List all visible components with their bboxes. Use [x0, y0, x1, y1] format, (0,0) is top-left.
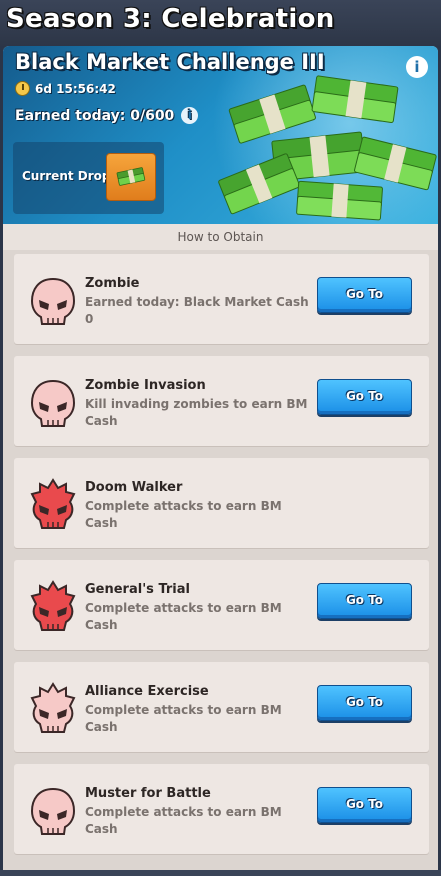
task-row-zombie: Zombie Earned today: Black Market Cash 0…: [14, 254, 429, 344]
season-title: Season 3: Celebration: [6, 4, 335, 34]
task-title: Alliance Exercise: [85, 684, 209, 699]
countdown-timer: 6d 15:56:42: [15, 81, 116, 96]
go-to-button[interactable]: Go To: [317, 379, 412, 415]
challenge-panel: Black Market Challenge III i 6d 15:56:42…: [3, 46, 438, 876]
panel-bottom-edge: [0, 870, 441, 876]
pink-skull-icon: [30, 277, 76, 325]
go-to-button[interactable]: Go To: [317, 277, 412, 313]
task-title: Doom Walker: [85, 480, 183, 495]
red-spiked-skull-icon: [30, 478, 76, 529]
pink-skull-icon: [30, 787, 76, 835]
earned-today: Earned today: 0/600 i: [15, 107, 199, 124]
earned-info-icon[interactable]: i: [181, 107, 199, 124]
task-description: Complete attacks to earn BM Cash: [85, 703, 282, 734]
task-title: General's Trial: [85, 582, 190, 597]
current-drop-label: Current Drop:: [22, 169, 116, 183]
red-spiked-skull-icon: [30, 580, 76, 631]
task-row-zombie-invasion: Zombie Invasion Kill invading zombies to…: [14, 356, 429, 446]
go-to-button[interactable]: Go To: [317, 787, 412, 823]
task-title: Zombie: [85, 276, 140, 291]
task-description: Complete attacks to earn BM Cash: [85, 805, 282, 836]
pink-spiked-skull-icon: [30, 682, 76, 733]
season-header: Season 3: Celebration: [0, 0, 441, 46]
current-drop-item[interactable]: [106, 153, 156, 201]
cash-bundle-icon: [116, 167, 146, 186]
go-to-button[interactable]: Go To: [317, 685, 412, 721]
task-row-doom-walker: Doom Walker Complete attacks to earn BM …: [14, 458, 429, 548]
task-row-muster-for-battle: Muster for Battle Complete attacks to ea…: [14, 764, 429, 854]
task-description: Kill invading zombies to earn BM Cash: [85, 397, 308, 428]
go-to-button[interactable]: Go To: [317, 583, 412, 619]
current-drop-box: Current Drop:: [13, 142, 164, 214]
task-row-alliance-exercise: Alliance Exercise Complete attacks to ea…: [14, 662, 429, 752]
pink-skull-icon: [30, 379, 76, 427]
task-description: Complete attacks to earn BM Cash: [85, 601, 282, 632]
section-title: How to Obtain: [3, 224, 438, 250]
clock-icon: [15, 81, 30, 96]
task-description: Earned today: Black Market Cash 0: [85, 295, 309, 326]
challenge-banner: Black Market Challenge III i 6d 15:56:42…: [3, 46, 438, 266]
task-row-generals-trial: General's Trial Complete attacks to earn…: [14, 560, 429, 650]
timer-value: 6d 15:56:42: [35, 81, 116, 96]
task-description: Complete attacks to earn BM Cash: [85, 499, 282, 530]
task-title: Zombie Invasion: [85, 378, 206, 393]
task-title: Muster for Battle: [85, 786, 211, 801]
cash-pile-image: [218, 75, 437, 221]
earned-today-label: Earned today: 0/600: [15, 107, 175, 124]
